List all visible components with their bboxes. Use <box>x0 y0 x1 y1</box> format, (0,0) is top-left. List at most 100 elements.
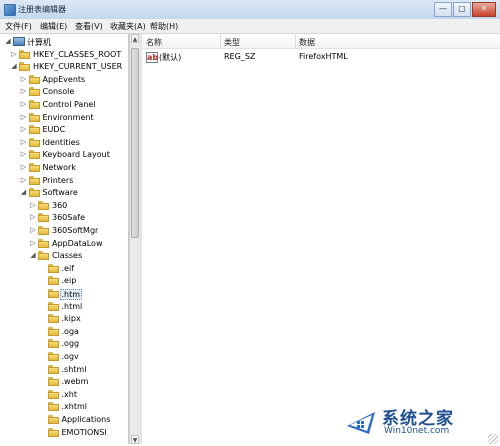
collapse-arrow-icon[interactable]: ◢ <box>4 37 12 45</box>
column-header-data[interactable]: 数据 <box>299 37 315 48</box>
scroll-down-arrow-icon[interactable]: ▼ <box>131 435 139 444</box>
expand-arrow-icon[interactable]: ▷ <box>29 239 37 247</box>
site-watermark: 系统之家 Win10net.com <box>344 402 494 442</box>
menu-favorites[interactable]: 收藏夹(A) <box>110 21 146 32</box>
tree-node[interactable]: ▷ Printers <box>20 175 129 187</box>
column-divider[interactable] <box>220 34 221 48</box>
tree-node-label: Classes <box>52 251 83 261</box>
expand-arrow-icon[interactable]: ▷ <box>20 125 28 133</box>
list-row-default-value[interactable]: ab (默认) REG_SZ FirefoxHTML <box>142 50 500 63</box>
tree-node[interactable]: ▷ Identities <box>20 137 129 149</box>
tree-node[interactable]: ▷.htm <box>39 288 129 300</box>
expand-arrow-icon[interactable]: ▷ <box>29 201 37 209</box>
expand-arrow-icon[interactable]: ▷ <box>29 226 37 234</box>
tree-node[interactable]: ▷ AppDataLow <box>29 238 128 250</box>
tree-node[interactable]: ▷.ogv <box>39 351 129 363</box>
tree-node[interactable]: ▷EMOTIONSI <box>39 427 129 439</box>
folder-icon <box>47 288 59 298</box>
collapse-arrow-icon[interactable]: ◢ <box>10 62 18 70</box>
tree-node[interactable]: ▷ 360SoftMgr <box>29 225 128 237</box>
close-button[interactable]: ✕ <box>472 2 496 17</box>
maximize-button[interactable]: ▢ <box>453 2 471 17</box>
expand-arrow-icon[interactable]: ▷ <box>29 213 37 221</box>
expand-arrow-icon[interactable]: ▷ <box>20 87 28 95</box>
folder-icon <box>38 200 49 210</box>
scroll-up-arrow-icon[interactable]: ▲ <box>131 34 139 43</box>
value-type: REG_SZ <box>224 52 256 61</box>
value-data: FirefoxHTML <box>299 52 348 61</box>
tree-node-label: Environment <box>42 112 94 122</box>
tree-node[interactable]: ▷.webm <box>39 376 129 388</box>
folder-icon <box>47 389 59 399</box>
folder-icon <box>47 364 59 374</box>
tree-node[interactable]: ▷ Console <box>20 86 129 98</box>
values-list[interactable]: 名称 类型 数据 ab (默认) REG_SZ FirefoxHTML <box>142 34 500 444</box>
tree-node-label: 360SoftMgr <box>52 225 99 235</box>
tree-node-computer[interactable]: ◢ 计算机 <box>4 36 124 48</box>
tree-node[interactable]: ▷.html <box>39 301 129 313</box>
collapse-arrow-icon[interactable]: ◢ <box>20 188 28 196</box>
folder-icon <box>28 99 40 109</box>
tree-node-label: .webm <box>61 377 89 387</box>
column-divider[interactable] <box>295 34 296 48</box>
column-header-type[interactable]: 类型 <box>224 37 240 48</box>
tree-node[interactable]: ▷ EUDC <box>20 124 129 136</box>
tree-node[interactable]: ▷ HKEY_CLASSES_ROOT <box>10 49 128 61</box>
expand-arrow-icon[interactable]: ▷ <box>10 50 18 58</box>
expand-arrow-icon[interactable]: ▷ <box>20 75 28 83</box>
tree-node[interactable]: ▷Applications <box>39 414 129 426</box>
tree-node[interactable]: ▷ Environment <box>20 112 129 124</box>
tree-node[interactable]: ▷ Control Panel <box>20 99 129 111</box>
resize-grip[interactable] <box>488 434 498 444</box>
menu-view[interactable]: 查看(V) <box>75 21 103 32</box>
registry-tree[interactable]: ◢ 计算机 ▷ HKEY_CLASSES_ROOT ◢ HKEY_CURRENT_US… <box>2 34 129 444</box>
minimize-button[interactable]: — <box>434 2 452 17</box>
expand-arrow-icon[interactable]: ▷ <box>20 176 28 184</box>
folder-icon <box>38 238 49 248</box>
tree-node[interactable]: ▷.oga <box>39 326 129 338</box>
tree-node[interactable]: ▷ Network <box>20 162 129 174</box>
tree-node[interactable]: ▷.eif <box>39 263 129 275</box>
expand-arrow-icon[interactable]: ▷ <box>20 138 28 146</box>
tree-node[interactable]: ▷.shtml <box>39 364 129 376</box>
tree-node[interactable]: ▷ 360Safe <box>29 212 128 224</box>
expand-arrow-icon[interactable]: ▷ <box>20 150 28 158</box>
tree-node-label: .html <box>61 301 83 311</box>
window-controls: — ▢ ✕ <box>434 2 496 17</box>
tree-node-label: 计算机 <box>27 38 51 47</box>
tree-node[interactable]: ◢ Software <box>20 187 129 199</box>
tree-node[interactable]: ▷ AppEvents <box>20 74 129 86</box>
tree-node[interactable]: ▷ 360 <box>29 200 128 212</box>
tree-node[interactable]: ▷.ogg <box>39 338 129 350</box>
folder-icon <box>28 175 40 185</box>
tree-node[interactable]: ▷.xhtml <box>39 401 129 413</box>
menu-help[interactable]: 帮助(H) <box>150 21 178 32</box>
expand-arrow-icon[interactable]: ▷ <box>20 100 28 108</box>
folder-icon <box>28 162 40 172</box>
tree-node[interactable]: ▷.xht <box>39 389 129 401</box>
scrollbar-thumb[interactable] <box>131 48 139 238</box>
collapse-arrow-icon[interactable]: ◢ <box>29 251 37 259</box>
menu-edit[interactable]: 编辑(E) <box>40 21 67 32</box>
folder-icon <box>47 351 59 361</box>
tree-node-label: Console <box>42 87 75 97</box>
tree-node[interactable]: ▷.eip <box>39 275 129 287</box>
tree-node-label: Software <box>42 188 78 198</box>
tree-node[interactable]: ▷.kipx <box>39 313 129 325</box>
tree-node[interactable]: ◢ Classes <box>29 250 128 262</box>
folder-icon <box>28 150 40 160</box>
expand-arrow-icon[interactable]: ▷ <box>20 113 28 121</box>
menu-file[interactable]: 文件(F) <box>5 21 32 32</box>
folder-icon <box>47 427 59 437</box>
tree-node-label: 360Safe <box>52 213 85 223</box>
column-header-name[interactable]: 名称 <box>146 37 162 48</box>
tree-node[interactable]: ◢ HKEY_CURRENT_USER <box>10 61 128 73</box>
folder-icon <box>28 112 40 122</box>
value-name: (默认) <box>159 53 182 62</box>
window-title: 注册表编辑器 <box>18 5 66 14</box>
tree-node-label: Network <box>42 162 76 172</box>
tree-node[interactable]: ▷ Keyboard Layout <box>20 149 129 161</box>
expand-arrow-icon[interactable]: ▷ <box>20 163 28 171</box>
folder-icon <box>19 49 30 59</box>
tree-node-label: .ogv <box>61 351 79 361</box>
